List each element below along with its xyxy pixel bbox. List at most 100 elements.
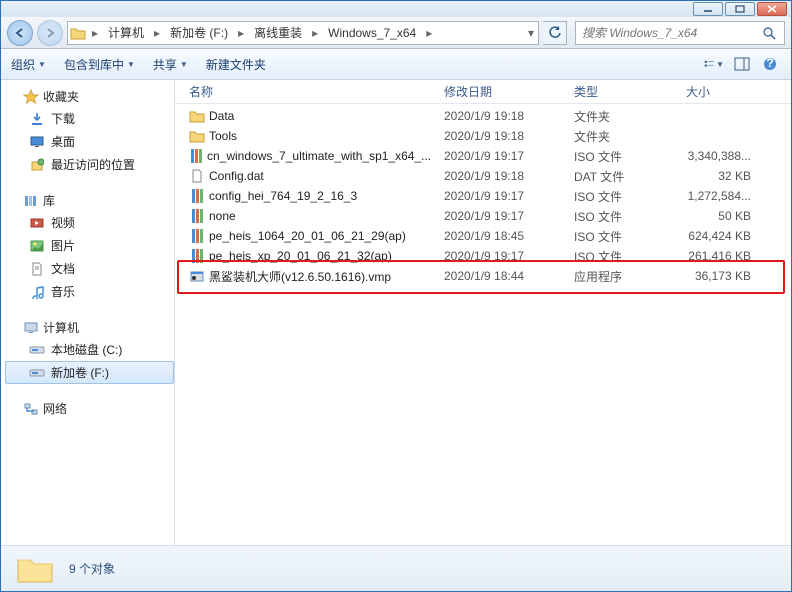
file-row[interactable]: Data2020/1/9 19:18文件夹 <box>175 106 791 126</box>
file-type: 文件夹 <box>566 108 678 125</box>
file-icon <box>189 168 205 184</box>
file-type: ISO 文件 <box>566 148 678 165</box>
sidebar-head-libraries[interactable]: 库 <box>5 190 174 211</box>
help-button[interactable]: ? <box>759 53 781 75</box>
search-box[interactable] <box>575 21 785 45</box>
chevron-right-icon: ▸ <box>308 26 322 40</box>
sidebar-head-network[interactable]: 网络 <box>5 398 174 419</box>
sidebar-label: 收藏夹 <box>43 88 79 105</box>
breadcrumb-segment[interactable]: Windows_7_x64 <box>322 22 422 44</box>
minimize-button[interactable] <box>693 2 723 16</box>
file-name: config_hei_764_19_2_16_3 <box>209 189 357 203</box>
breadcrumb-segment[interactable]: 新加卷 (F:) <box>164 22 234 44</box>
iso-icon <box>189 148 203 164</box>
sidebar-head-computer[interactable]: 计算机 <box>5 317 174 338</box>
column-header-type[interactable]: 类型 <box>566 80 678 103</box>
share-menu[interactable]: 共享▼ <box>153 56 188 73</box>
file-row[interactable]: Config.dat 2020/1/9 19:18DAT 文件32 KB <box>175 166 791 186</box>
view-options-button[interactable]: ▼ <box>703 53 725 75</box>
star-icon <box>23 89 39 105</box>
file-size: 32 KB <box>678 169 791 183</box>
file-size: 624,424 KB <box>678 229 791 243</box>
column-header-name[interactable]: 名称 <box>181 80 436 103</box>
sidebar-label: 计算机 <box>43 319 79 336</box>
file-name: Config.dat <box>209 169 264 183</box>
file-row[interactable]: pe_heis_1064_20_01_06_21_29(ap)2020/1/9 … <box>175 226 791 246</box>
file-type: ISO 文件 <box>566 248 678 265</box>
iso-icon <box>189 228 205 244</box>
preview-pane-button[interactable] <box>731 53 753 75</box>
close-button[interactable] <box>757 2 787 16</box>
file-row[interactable]: Tools2020/1/9 19:18文件夹 <box>175 126 791 146</box>
sidebar-item-label: 桌面 <box>51 133 75 150</box>
breadcrumb-segment[interactable]: 离线重装 <box>248 22 308 44</box>
file-size: 36,173 KB <box>678 269 791 283</box>
file-row[interactable]: cn_windows_7_ultimate_with_sp1_x64_...20… <box>175 146 791 166</box>
sidebar-item-disk-f[interactable]: 新加卷 (F:) <box>5 361 174 384</box>
chevron-down-icon: ▼ <box>38 60 46 69</box>
iso-icon <box>189 188 205 204</box>
file-type: ISO 文件 <box>566 228 678 245</box>
file-date: 2020/1/9 19:18 <box>436 169 566 183</box>
breadcrumb[interactable]: ▸ 计算机 ▸ 新加卷 (F:) ▸ 离线重装 ▸ Windows_7_x64 … <box>67 21 539 45</box>
file-date: 2020/1/9 19:18 <box>436 129 566 143</box>
folder-icon <box>68 26 88 40</box>
folder-icon <box>189 108 205 124</box>
sidebar-item-videos[interactable]: 视频 <box>5 211 174 234</box>
recent-icon <box>29 157 45 173</box>
sidebar-label: 网络 <box>43 400 67 417</box>
sidebar-group-computer: 计算机 本地磁盘 (C:) 新加卷 (F:) <box>5 317 174 384</box>
file-row[interactable]: 黑鲨装机大师(v12.6.50.1616).vmp2020/1/9 18:44应… <box>175 266 791 286</box>
column-header-date[interactable]: 修改日期 <box>436 80 566 103</box>
titlebar <box>1 1 791 17</box>
search-input[interactable] <box>576 26 762 40</box>
sidebar-item-music[interactable]: 音乐 <box>5 280 174 303</box>
network-icon <box>23 401 39 417</box>
forward-button[interactable] <box>37 20 63 46</box>
folder-icon <box>189 128 205 144</box>
sidebar-item-pictures[interactable]: 图片 <box>5 234 174 257</box>
file-list[interactable]: Data2020/1/9 19:18文件夹Tools2020/1/9 19:18… <box>175 104 791 545</box>
breadcrumb-segment[interactable]: 计算机 <box>102 22 150 44</box>
chevron-down-icon[interactable]: ▾ <box>524 26 538 40</box>
sidebar: 收藏夹 下载 桌面 最近访问的位置 库 视频 图片 文档 音乐 <box>1 80 175 545</box>
file-row[interactable]: none2020/1/9 19:17ISO 文件50 KB <box>175 206 791 226</box>
back-button[interactable] <box>7 20 33 46</box>
sidebar-item-documents[interactable]: 文档 <box>5 257 174 280</box>
sidebar-item-label: 最近访问的位置 <box>51 156 135 173</box>
sidebar-item-disk-c[interactable]: 本地磁盘 (C:) <box>5 338 174 361</box>
column-header-size[interactable]: 大小 <box>678 80 791 103</box>
file-row[interactable]: pe_heis_xp_20_01_06_21_32(ap)2020/1/9 19… <box>175 246 791 266</box>
organize-menu[interactable]: 组织▼ <box>11 56 46 73</box>
refresh-button[interactable] <box>543 21 567 45</box>
status-bar: 9 个对象 <box>1 545 791 591</box>
file-type: 文件夹 <box>566 128 678 145</box>
desktop-icon <box>29 134 45 150</box>
sidebar-item-downloads[interactable]: 下载 <box>5 107 174 130</box>
library-icon <box>23 193 39 209</box>
video-icon <box>29 215 45 231</box>
chevron-right-icon: ▸ <box>150 26 164 40</box>
new-folder-button[interactable]: 新建文件夹 <box>206 56 266 73</box>
file-name: cn_windows_7_ultimate_with_sp1_x64_... <box>207 149 431 163</box>
sidebar-group-network: 网络 <box>5 398 174 419</box>
file-name: Data <box>209 109 234 123</box>
maximize-button[interactable] <box>725 2 755 16</box>
include-in-library-menu[interactable]: 包含到库中▼ <box>64 56 135 73</box>
sidebar-head-favorites[interactable]: 收藏夹 <box>5 86 174 107</box>
chevron-down-icon: ▼ <box>180 60 188 69</box>
sidebar-item-recent[interactable]: 最近访问的位置 <box>5 153 174 176</box>
search-icon <box>762 26 784 40</box>
file-type: ISO 文件 <box>566 188 678 205</box>
file-size: 50 KB <box>678 209 791 223</box>
content-area: 名称 修改日期 类型 大小 Data2020/1/9 19:18文件夹Tools… <box>175 80 791 545</box>
file-size: 1,272,584... <box>678 189 791 203</box>
status-count: 9 个对象 <box>69 560 115 577</box>
file-type: DAT 文件 <box>566 168 678 185</box>
file-type: ISO 文件 <box>566 208 678 225</box>
file-size: 261,416 KB <box>678 249 791 263</box>
sidebar-item-desktop[interactable]: 桌面 <box>5 130 174 153</box>
column-headers: 名称 修改日期 类型 大小 <box>175 80 791 104</box>
file-row[interactable]: config_hei_764_19_2_16_32020/1/9 19:17IS… <box>175 186 791 206</box>
chevron-right-icon: ▸ <box>422 26 436 40</box>
